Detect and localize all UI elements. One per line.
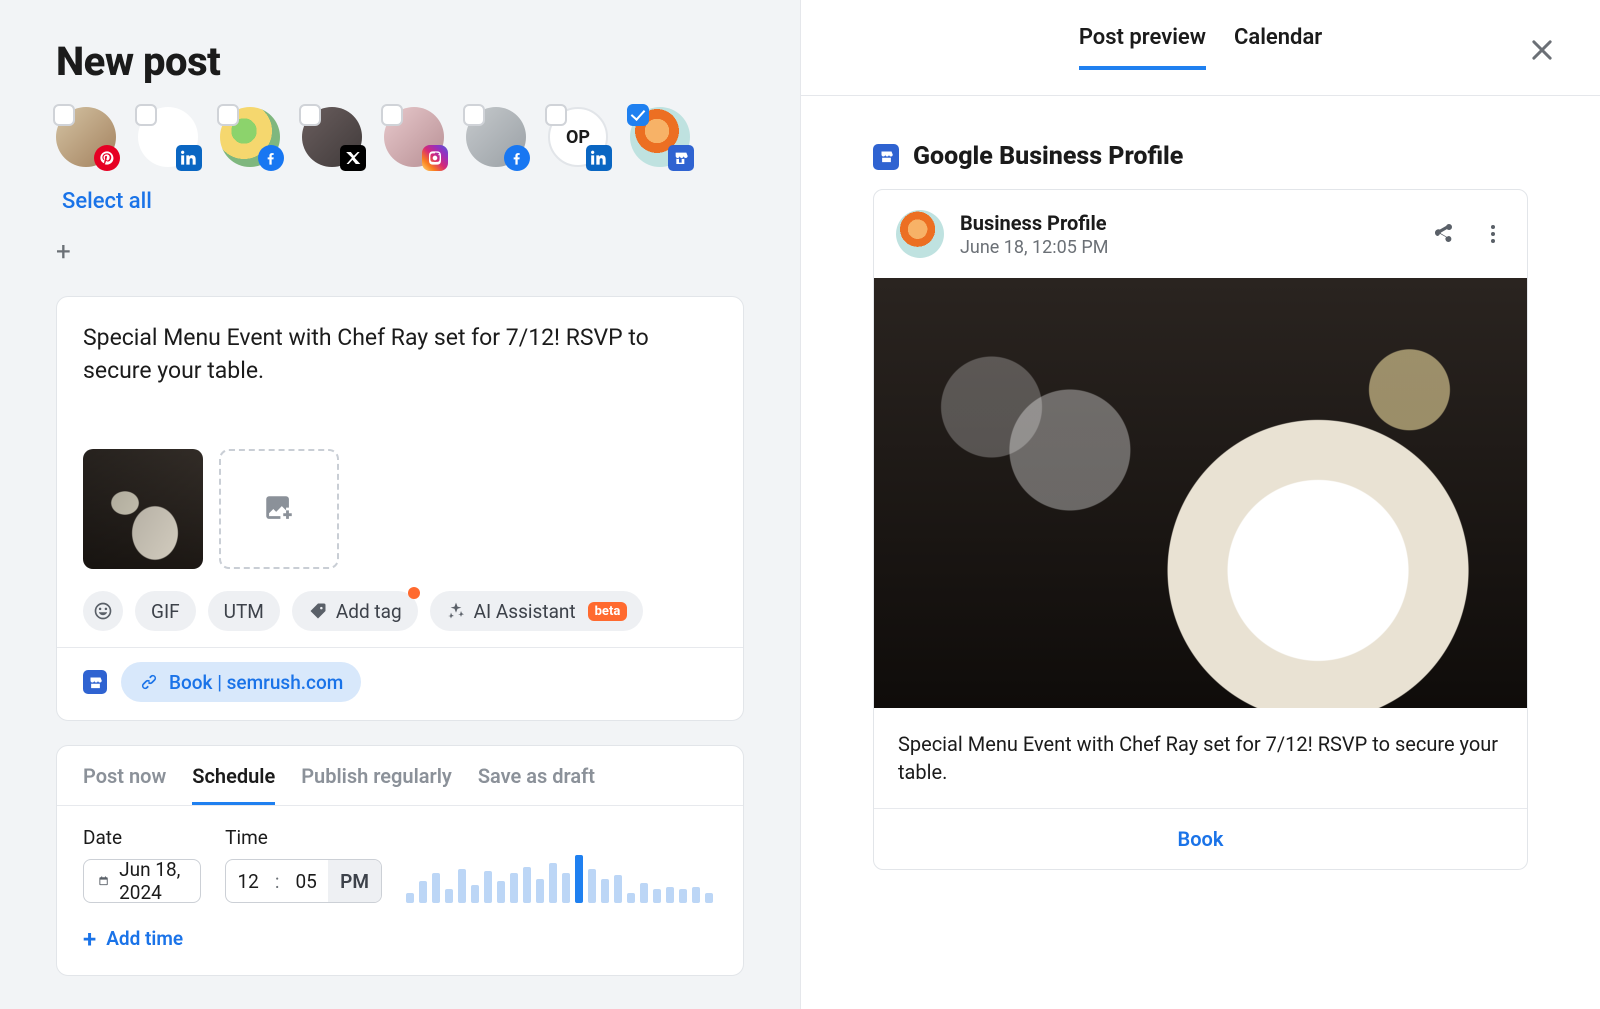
add-account-button[interactable]: + [56, 242, 80, 266]
facebook-icon [258, 145, 284, 171]
tab-save-draft[interactable]: Save as draft [478, 764, 595, 805]
time-input[interactable]: 12 : 05 PM [225, 859, 382, 903]
compose-textarea[interactable]: Special Menu Event with Chef Ray set for… [83, 321, 717, 413]
emoji-icon [93, 601, 113, 621]
select-all-link[interactable]: Select all [62, 189, 152, 214]
ai-assistant-button[interactable]: AI Assistant beta [430, 591, 644, 631]
tab-calendar[interactable]: Calendar [1234, 25, 1322, 70]
preview-avatar [896, 210, 944, 258]
account-linkedin-2[interactable]: OP [548, 107, 608, 167]
link-icon [139, 672, 159, 692]
account-facebook-2[interactable] [466, 107, 526, 167]
gbp-icon [873, 144, 899, 170]
preview-timestamp: June 18, 12:05 PM [960, 237, 1108, 258]
compose-card: Special Menu Event with Chef Ray set for… [56, 296, 744, 721]
beta-badge: beta [588, 602, 628, 621]
x-icon [340, 145, 366, 171]
account-pinterest[interactable] [56, 107, 116, 167]
calendar-icon [98, 872, 109, 890]
date-input[interactable]: Jun 18, 2024 [83, 859, 201, 903]
more-icon[interactable] [1481, 222, 1505, 246]
close-button[interactable] [1528, 36, 1556, 68]
time-label: Time [225, 826, 382, 849]
tab-publish-regularly[interactable]: Publish regularly [301, 764, 452, 805]
preview-image [874, 278, 1527, 708]
preview-platform-title: Google Business Profile [913, 142, 1183, 171]
linkedin-icon [176, 145, 202, 171]
account-x[interactable] [302, 107, 362, 167]
gif-button[interactable]: GIF [135, 591, 196, 631]
image-plus-icon [262, 492, 296, 526]
tag-icon [308, 601, 328, 621]
schedule-card: Post now Schedule Publish regularly Save… [56, 745, 744, 976]
notification-dot [408, 587, 420, 599]
ampm-toggle[interactable]: PM [328, 860, 381, 902]
page-title: New post [56, 38, 744, 85]
tab-post-now[interactable]: Post now [83, 764, 166, 805]
sparkle-icon [446, 601, 466, 621]
utm-button[interactable]: UTM [208, 591, 280, 631]
tab-post-preview[interactable]: Post preview [1079, 25, 1206, 70]
facebook-icon [504, 145, 530, 171]
add-media-button[interactable] [219, 449, 339, 569]
account-selector: OP Select all [56, 107, 744, 214]
preview-cta-link[interactable]: Book [1178, 827, 1224, 851]
attached-image[interactable] [83, 449, 203, 569]
account-facebook-1[interactable] [220, 107, 280, 167]
gbp-badge-icon [83, 670, 107, 694]
account-instagram[interactable] [384, 107, 444, 167]
google-business-icon [668, 145, 694, 171]
account-gbp[interactable] [630, 107, 690, 167]
add-tag-button[interactable]: Add tag [292, 591, 418, 631]
date-label: Date [83, 826, 201, 849]
best-time-histogram [406, 855, 717, 903]
preview-profile-name: Business Profile [960, 211, 1108, 235]
add-time-button[interactable]: +Add time [83, 927, 183, 950]
linkedin-icon [586, 145, 612, 171]
emoji-button[interactable] [83, 591, 123, 631]
pinterest-icon [94, 145, 120, 171]
account-linkedin-1[interactable] [138, 107, 198, 167]
tab-schedule[interactable]: Schedule [192, 764, 275, 805]
cta-link-pill[interactable]: Book | semrush.com [121, 662, 361, 702]
instagram-icon [422, 145, 448, 171]
preview-caption: Special Menu Event with Chef Ray set for… [874, 708, 1527, 808]
preview-card: Business Profile June 18, 12:05 PM Speci… [873, 189, 1528, 870]
share-icon[interactable] [1431, 222, 1455, 246]
